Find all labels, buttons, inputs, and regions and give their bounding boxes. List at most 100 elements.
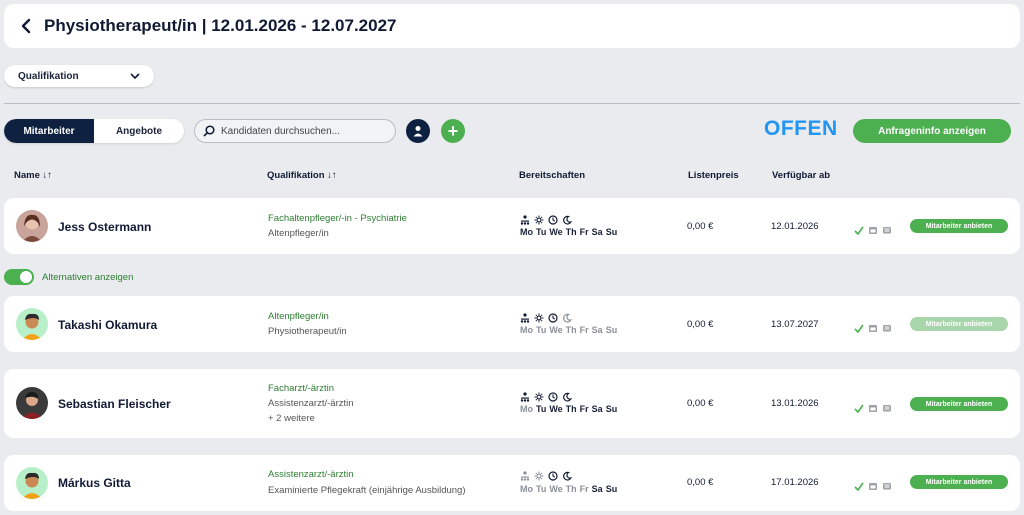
available-from-date: 17.01.2026	[771, 477, 819, 488]
list-icon[interactable]	[882, 478, 892, 496]
chevron-down-icon	[130, 73, 140, 79]
calendar-icon[interactable]	[868, 400, 878, 418]
offer-employee-button[interactable]: Mitarbeiter anbieten	[910, 317, 1008, 331]
weekday: Mo	[520, 404, 533, 414]
weekday: Tu	[536, 325, 547, 335]
qualification-secondary: Physiotherapeut/in	[268, 326, 347, 337]
weekday-list: Mo Tu We Th Fr Sa Su	[520, 227, 617, 237]
qualification-primary: Fachaltenpfleger/-in - Psychiatrie	[268, 213, 407, 224]
weekday: Th	[565, 325, 577, 335]
employee-name: Takashi Okamura	[58, 318, 158, 332]
column-header-name[interactable]: Name ↓↑	[14, 170, 52, 181]
qualification-primary: Altenpfleger/in	[268, 311, 329, 322]
column-header-qualification[interactable]: Qualifikation ↓↑	[267, 170, 337, 181]
avatar	[16, 467, 48, 499]
table-row[interactable]: Sebastian Fleischer Facharzt/-ärztin Ass…	[4, 369, 1020, 438]
row-actions	[854, 478, 892, 496]
qualification-dropdown-label: Qualifikation	[18, 70, 79, 82]
check-icon[interactable]	[854, 478, 864, 496]
weekday: Su	[605, 325, 618, 335]
offer-employee-button[interactable]: Mitarbeiter anbieten	[910, 219, 1008, 233]
avatar	[16, 210, 48, 242]
person-filter-button[interactable]	[406, 119, 430, 143]
list-icon[interactable]	[882, 400, 892, 418]
divider	[4, 103, 1020, 104]
qualification-dropdown[interactable]: Qualifikation	[4, 65, 154, 87]
qualification-secondary: Examinierte Pflegekraft (einjährige Ausb…	[268, 485, 466, 496]
column-header-available-from: Verfügbar ab	[772, 170, 831, 181]
weekday: We	[549, 227, 563, 237]
weekday: Fr	[579, 227, 589, 237]
avatar	[16, 387, 48, 419]
view-toggle: Mitarbeiter Angebote	[4, 119, 184, 143]
table-row[interactable]: Takashi Okamura Altenpfleger/in Physioth…	[4, 296, 1020, 352]
weekday: Fr	[579, 325, 589, 335]
calendar-icon[interactable]	[868, 222, 878, 240]
employee-name: Márkus Gitta	[58, 476, 131, 490]
add-button[interactable]: +	[441, 119, 465, 143]
check-icon[interactable]	[854, 400, 864, 418]
list-price: 0,00 €	[687, 221, 714, 232]
weekday: We	[549, 484, 563, 494]
check-icon[interactable]	[854, 222, 864, 240]
table-row[interactable]: Jess Ostermann Fachaltenpfleger/-in - Ps…	[4, 198, 1020, 254]
list-price: 0,00 €	[687, 398, 714, 409]
weekday: Sa	[591, 227, 603, 237]
weekday: Tu	[536, 484, 547, 494]
weekday: Th	[565, 227, 577, 237]
list-icon[interactable]	[882, 320, 892, 338]
column-header-availability: Bereitschaften	[519, 170, 585, 181]
qualification-secondary: Altenpfleger/in	[268, 228, 329, 239]
alternatives-label: Alternativen anzeigen	[42, 272, 134, 283]
offer-employee-button[interactable]: Mitarbeiter anbieten	[910, 397, 1008, 411]
weekday: Fr	[579, 484, 589, 494]
weekday: Sa	[591, 404, 603, 414]
search-input[interactable]	[221, 125, 386, 137]
status-badge: OFFEN	[764, 117, 838, 140]
row-actions	[854, 320, 892, 338]
alternatives-toggle[interactable]	[4, 269, 34, 285]
search-box	[194, 119, 396, 143]
tab-offers[interactable]: Angebote	[94, 119, 184, 143]
tab-employees[interactable]: Mitarbeiter	[4, 119, 94, 143]
employee-name: Sebastian Fleischer	[58, 397, 171, 411]
list-price: 0,00 €	[687, 477, 714, 488]
qualification-secondary: Assistenzarzt/-ärztin	[268, 398, 354, 409]
weekday: Tu	[536, 404, 547, 414]
back-arrow-icon[interactable]	[16, 16, 36, 36]
weekday: Th	[565, 484, 577, 494]
row-actions	[854, 222, 892, 240]
weekday: Mo	[520, 227, 533, 237]
weekday: We	[549, 325, 563, 335]
qualification-primary: Facharzt/-ärztin	[268, 383, 334, 394]
weekday-list: Mo Tu We Th Fr Sa Su	[520, 404, 617, 414]
list-icon[interactable]	[882, 222, 892, 240]
list-price: 0,00 €	[687, 319, 714, 330]
weekday: Th	[565, 404, 577, 414]
calendar-icon[interactable]	[868, 478, 878, 496]
column-header-price: Listenpreis	[688, 170, 739, 181]
row-actions	[854, 400, 892, 418]
weekday: Fr	[579, 404, 589, 414]
check-icon[interactable]	[854, 320, 864, 338]
available-from-date: 12.01.2026	[771, 221, 819, 232]
table-row[interactable]: Márkus Gitta Assistenzarzt/-ärztin Exami…	[4, 455, 1020, 511]
offer-employee-button[interactable]: Mitarbeiter anbieten	[910, 475, 1008, 489]
weekday: Tu	[536, 227, 547, 237]
weekday: Sa	[591, 484, 603, 494]
weekday: Sa	[591, 325, 603, 335]
qualification-primary: Assistenzarzt/-ärztin	[268, 469, 354, 480]
available-from-date: 13.01.2026	[771, 398, 819, 409]
weekday-list: Mo Tu We Th Fr Sa Su	[520, 325, 617, 335]
weekday: Su	[605, 404, 618, 414]
person-icon	[413, 126, 423, 137]
weekday: Su	[605, 227, 618, 237]
weekday: Mo	[520, 484, 533, 494]
weekday: Mo	[520, 325, 533, 335]
calendar-icon[interactable]	[868, 320, 878, 338]
request-info-button[interactable]: Anfrageninfo anzeigen	[853, 119, 1011, 143]
weekday: Su	[605, 484, 618, 494]
qualification-more[interactable]: + 2 weitere	[268, 413, 315, 424]
page-title: Physiotherapeut/in | 12.01.2026 - 12.07.…	[44, 16, 397, 35]
search-icon	[203, 125, 215, 137]
